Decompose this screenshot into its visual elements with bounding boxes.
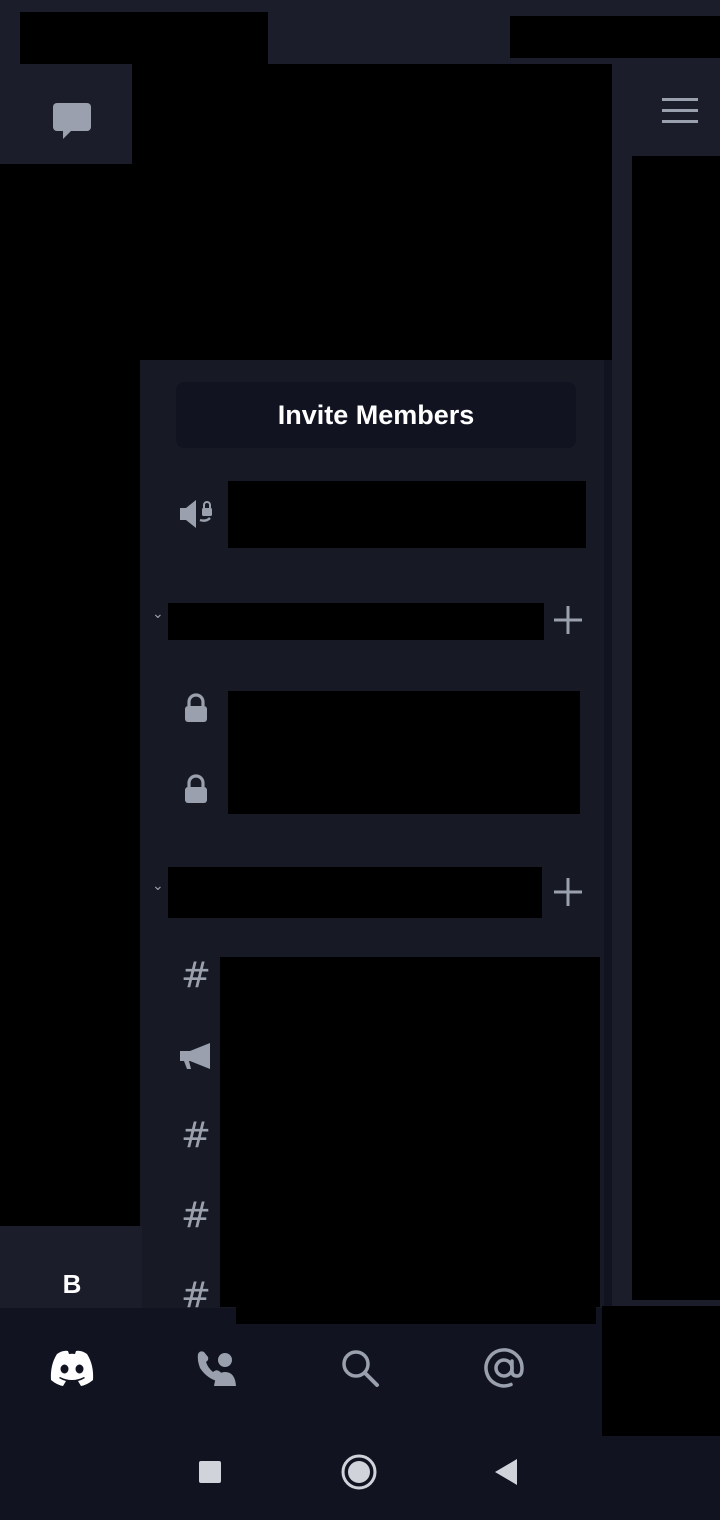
- hash-symbol: #: [180, 1115, 212, 1156]
- redacted-profile-tab[interactable]: [602, 1306, 720, 1436]
- lock-icon: [176, 688, 216, 728]
- redacted-strip: [236, 1304, 596, 1324]
- friends-tab[interactable]: [180, 1332, 252, 1404]
- search-tab[interactable]: [324, 1332, 396, 1404]
- menu-button[interactable]: [650, 88, 710, 134]
- home-system-button[interactable]: [329, 1442, 389, 1502]
- direct-messages-button[interactable]: [44, 92, 100, 148]
- plus-icon: [554, 606, 582, 634]
- search-icon: [342, 1350, 379, 1387]
- add-channel-button[interactable]: [548, 600, 588, 640]
- redacted-status-left: [20, 12, 268, 64]
- redacted-channel-name[interactable]: [228, 481, 586, 548]
- hash-symbol: #: [180, 1195, 212, 1236]
- hamburger-menu-icon: [662, 98, 698, 123]
- plus-icon: [554, 878, 582, 906]
- friends-call-icon: [197, 1351, 236, 1386]
- chat-bubble-icon: [53, 103, 91, 139]
- redacted-status-right: [510, 16, 720, 58]
- recent-apps-button[interactable]: [180, 1442, 240, 1502]
- back-triangle-icon: [495, 1459, 517, 1485]
- hash-symbol: #: [180, 955, 212, 996]
- circle-icon: [341, 1454, 377, 1490]
- invite-members-button[interactable]: Invite Members: [176, 382, 576, 448]
- back-system-button[interactable]: [476, 1442, 536, 1502]
- panel-divider: [604, 360, 612, 1310]
- mentions-tab[interactable]: [468, 1332, 540, 1404]
- megaphone-icon: [176, 1036, 216, 1076]
- category-collapse-chevron[interactable]: ⌄: [152, 878, 164, 894]
- category-collapse-chevron[interactable]: ⌄: [152, 606, 164, 622]
- hash-icon: #: [176, 1116, 216, 1156]
- add-channel-button[interactable]: [548, 872, 588, 912]
- discord-logo-icon: [50, 1350, 94, 1386]
- redacted-category-name[interactable]: [168, 867, 542, 918]
- speaker-lock-icon: [176, 494, 216, 534]
- redacted-channel-names[interactable]: [228, 691, 580, 814]
- home-tab[interactable]: [36, 1332, 108, 1404]
- hash-icon: #: [176, 1196, 216, 1236]
- redacted-members-list: [632, 156, 720, 1300]
- redacted-category-name[interactable]: [168, 603, 544, 640]
- server-icon[interactable]: B: [50, 1262, 94, 1306]
- square-icon: [199, 1461, 221, 1483]
- redacted-channel-names[interactable]: [220, 957, 600, 1307]
- at-sign-icon: [484, 1348, 524, 1388]
- lock-icon: [176, 769, 216, 809]
- hash-icon: #: [176, 956, 216, 996]
